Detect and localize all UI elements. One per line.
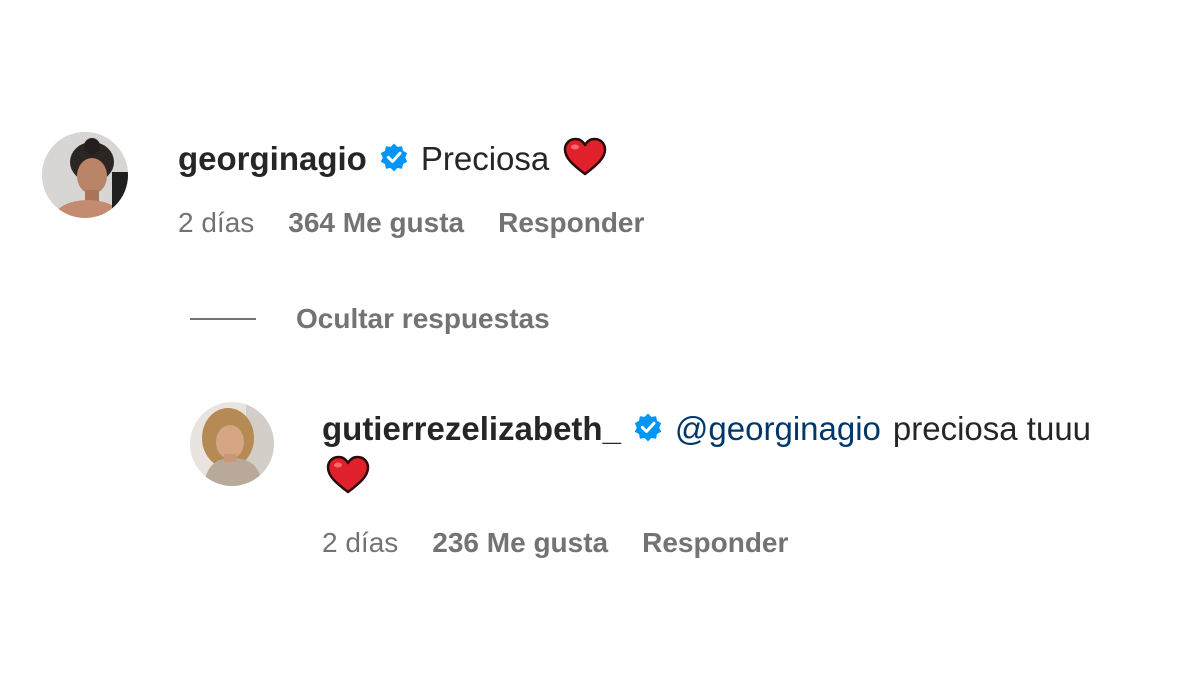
comment-username[interactable]: georginagio [178, 140, 367, 178]
avatar-gutierrezelizabeth[interactable] [190, 402, 274, 486]
reply-username[interactable]: gutierrezelizabeth_ [322, 410, 621, 448]
comment-line: georginagio Preciosa [178, 136, 607, 182]
comment-likes-link[interactable]: 364 Me gusta [288, 207, 464, 239]
avatar-georginagio[interactable] [42, 132, 128, 218]
reply-mention-link[interactable]: @georginagio [675, 410, 881, 448]
comment-text: Preciosa [420, 140, 550, 177]
comment-reply-button[interactable]: Responder [498, 207, 644, 239]
reply-meta: 2 días 236 Me gusta Responder [322, 524, 788, 562]
replies-divider-line [190, 318, 256, 320]
comments-panel: georginagio Preciosa 2 días 364 Me gusta… [0, 0, 1200, 675]
red-heart-emoji-icon [563, 137, 607, 182]
verified-badge-icon [633, 412, 663, 447]
reply-likes-link[interactable]: 236 Me gusta [432, 527, 608, 559]
hide-replies-button[interactable]: Ocultar respuestas [190, 300, 550, 338]
hide-replies-label: Ocultar respuestas [296, 303, 550, 334]
red-heart-emoji-icon [326, 455, 370, 500]
comment-meta: 2 días 364 Me gusta Responder [178, 204, 644, 242]
reply-line: gutierrezelizabeth_ @georginagio precios… [322, 406, 1091, 452]
comment-time: 2 días [178, 207, 255, 238]
reply-reply-button[interactable]: Responder [642, 527, 788, 559]
verified-badge-icon [379, 142, 409, 177]
reply-text: preciosa tuuu [892, 410, 1092, 447]
reply-time: 2 días [322, 527, 399, 558]
